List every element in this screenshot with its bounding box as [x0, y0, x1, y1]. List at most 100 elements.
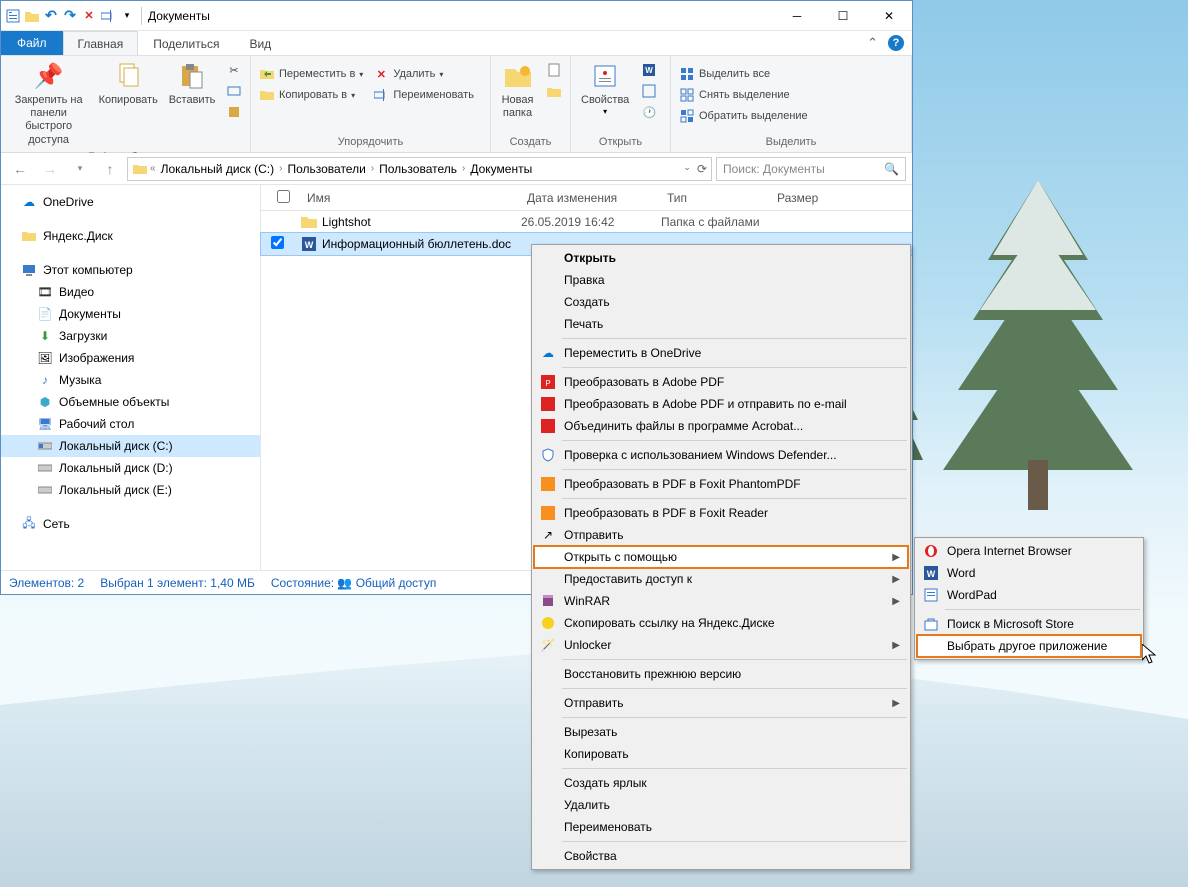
ctx-cut[interactable]: Вырезать — [534, 721, 908, 743]
close-button[interactable]: ✕ — [866, 1, 912, 31]
col-date[interactable]: Дата изменения — [521, 191, 661, 205]
column-headers[interactable]: Имя Дата изменения Тип Размер — [261, 185, 912, 211]
new-folder-icon[interactable] — [24, 8, 40, 24]
tab-home[interactable]: Главная — [63, 31, 139, 55]
edit-small-button[interactable] — [637, 81, 661, 101]
crumb-documents[interactable]: Документы — [467, 162, 535, 176]
sub-opera[interactable]: Opera Internet Browser — [917, 540, 1141, 562]
undo-icon[interactable]: ↶ — [43, 8, 59, 24]
help-icon[interactable]: ? — [888, 35, 904, 51]
ctx-edit[interactable]: Правка — [534, 269, 908, 291]
nav-desktop[interactable]: 🖥Рабочий стол — [1, 413, 260, 435]
new-item-button[interactable] — [542, 60, 566, 80]
sub-store[interactable]: Поиск в Microsoft Store — [917, 613, 1141, 635]
address-dropdown-icon[interactable]: ⌄ — [683, 162, 691, 176]
nav-onedrive[interactable]: ☁OneDrive — [1, 191, 260, 213]
ctx-share-access[interactable]: Предоставить доступ к▶ — [534, 568, 908, 590]
row-checkbox[interactable] — [271, 236, 284, 249]
col-name[interactable]: Имя — [301, 191, 521, 205]
select-all-button[interactable]: Выделить все — [675, 64, 812, 84]
refresh-icon[interactable]: ⟳ — [697, 162, 707, 176]
select-none-button[interactable]: Снять выделение — [675, 85, 812, 105]
paste-button[interactable]: Вставить — [164, 58, 220, 109]
minimize-button[interactable]: ─ — [774, 1, 820, 31]
crumb-user[interactable]: Пользователь — [376, 162, 460, 176]
tab-view[interactable]: Вид — [234, 31, 286, 55]
ctx-open[interactable]: Открыть — [534, 247, 908, 269]
ctx-rename[interactable]: Переименовать — [534, 816, 908, 838]
pin-quick-access-button[interactable]: 📌Закрепить на панели быстрого доступа — [5, 58, 92, 149]
tab-share[interactable]: Поделиться — [138, 31, 234, 55]
ctx-copy[interactable]: Копировать — [534, 743, 908, 765]
col-size[interactable]: Размер — [771, 191, 851, 205]
ctx-send-to[interactable]: Отправить▶ — [534, 692, 908, 714]
ctx-properties[interactable]: Свойства — [534, 845, 908, 867]
ctx-acrobat-combine[interactable]: Объединить файлы в программе Acrobat... — [534, 415, 908, 437]
new-folder-button[interactable]: Новая папка — [495, 58, 540, 122]
copy-path-small-button[interactable] — [222, 81, 246, 101]
properties-icon[interactable] — [5, 8, 21, 24]
history-small-button[interactable]: 🕐 — [637, 102, 661, 122]
ctx-foxit-reader[interactable]: Преобразовать в PDF в Foxit Reader — [534, 502, 908, 524]
ctx-delete[interactable]: Удалить — [534, 794, 908, 816]
sub-wordpad[interactable]: WordPad — [917, 584, 1141, 606]
nav-video[interactable]: 🎞Видео — [1, 281, 260, 303]
ctx-send[interactable]: ↗Отправить — [534, 524, 908, 546]
ctx-onedrive[interactable]: ☁Переместить в OneDrive — [534, 342, 908, 364]
nav-disk-c[interactable]: Локальный диск (C:) — [1, 435, 260, 457]
ctx-winrar[interactable]: WinRAR▶ — [534, 590, 908, 612]
file-row[interactable]: Lightshot 26.05.2019 16:42 Папка с файла… — [261, 211, 912, 233]
nav-this-pc[interactable]: Этот компьютер — [1, 259, 260, 281]
search-icon[interactable]: 🔍 — [884, 162, 899, 176]
delete-button[interactable]: ✕Удалить ▾ — [369, 64, 478, 84]
ctx-print[interactable]: Печать — [534, 313, 908, 335]
ctx-yandex-link[interactable]: Скопировать ссылку на Яндекс.Диске — [534, 612, 908, 634]
open-small-button[interactable]: W — [637, 60, 661, 80]
ctx-unlocker[interactable]: 🪄Unlocker▶ — [534, 634, 908, 656]
col-type[interactable]: Тип — [661, 191, 771, 205]
crumb-disk-c[interactable]: Локальный диск (C:) — [158, 162, 278, 176]
properties-button[interactable]: Свойства▾ — [575, 58, 635, 118]
ctx-adobe-pdf[interactable]: PПреобразовать в Adobe PDF — [534, 371, 908, 393]
sub-choose-another[interactable]: Выбрать другое приложение — [917, 635, 1141, 657]
maximize-button[interactable]: ☐ — [820, 1, 866, 31]
move-to-button[interactable]: Переместить в ▾ — [255, 64, 367, 84]
nav-network[interactable]: 🖧Сеть — [1, 513, 260, 535]
easy-access-button[interactable] — [542, 81, 566, 101]
tab-file[interactable]: Файл — [1, 31, 63, 55]
nav-disk-d[interactable]: Локальный диск (D:) — [1, 457, 260, 479]
select-invert-button[interactable]: Обратить выделение — [675, 106, 812, 126]
qat-dropdown-icon[interactable]: ▾ — [119, 8, 135, 24]
ctx-shortcut[interactable]: Создать ярлык — [534, 772, 908, 794]
rename-icon[interactable] — [100, 8, 116, 24]
nav-history-button[interactable]: ▾ — [67, 156, 93, 182]
nav-3d-objects[interactable]: ⬢Объемные объекты — [1, 391, 260, 413]
nav-documents[interactable]: 📄Документы — [1, 303, 260, 325]
nav-downloads[interactable]: ⬇Загрузки — [1, 325, 260, 347]
nav-back-button[interactable]: ← — [7, 156, 33, 182]
nav-forward-button[interactable]: → — [37, 156, 63, 182]
rename-button[interactable]: Переименовать — [369, 85, 478, 105]
copy-to-button[interactable]: Копировать в ▾ — [255, 85, 367, 105]
nav-yandex-disk[interactable]: Яндекс.Диск — [1, 225, 260, 247]
paste-shortcut-small-button[interactable] — [222, 102, 246, 122]
crumb-users[interactable]: Пользователи — [284, 162, 368, 176]
navigation-pane[interactable]: ☁OneDrive Яндекс.Диск Этот компьютер 🎞Ви… — [1, 185, 261, 570]
breadcrumb[interactable]: « Локальный диск (C:)› Пользователи› Пол… — [127, 157, 712, 181]
cut-small-button[interactable]: ✂ — [222, 60, 246, 80]
ribbon-collapse-icon[interactable]: ⌃ — [867, 35, 878, 51]
search-input[interactable]: Поиск: Документы 🔍 — [716, 157, 906, 181]
select-all-checkbox[interactable] — [277, 190, 290, 203]
sub-word[interactable]: WWord — [917, 562, 1141, 584]
copy-button[interactable]: Копировать — [94, 58, 162, 109]
ctx-foxit-phantom[interactable]: Преобразовать в PDF в Foxit PhantomPDF — [534, 473, 908, 495]
ctx-open-with[interactable]: Открыть с помощью▶ — [534, 546, 908, 568]
ctx-adobe-pdf-email[interactable]: Преобразовать в Adobe PDF и отправить по… — [534, 393, 908, 415]
nav-disk-e[interactable]: Локальный диск (E:) — [1, 479, 260, 501]
nav-images[interactable]: 🖼Изображения — [1, 347, 260, 369]
delete-icon[interactable]: ✕ — [81, 8, 97, 24]
nav-up-button[interactable]: ↑ — [97, 156, 123, 182]
redo-icon[interactable]: ↷ — [62, 8, 78, 24]
ctx-restore[interactable]: Восстановить прежнюю версию — [534, 663, 908, 685]
ctx-defender[interactable]: Проверка с использованием Windows Defend… — [534, 444, 908, 466]
